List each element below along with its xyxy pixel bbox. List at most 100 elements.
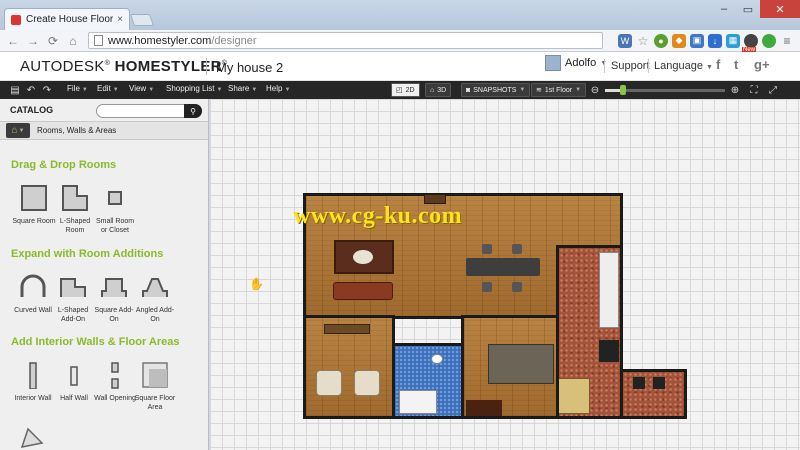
catalog-item-l-shaped-addon[interactable]: L-Shaped Add-On xyxy=(51,272,95,324)
dining-chair[interactable] xyxy=(482,244,492,254)
menu-edit[interactable]: Edit ▼ xyxy=(97,84,119,93)
stool[interactable] xyxy=(653,377,665,389)
browser-tab[interactable]: Create House Floor Plans × xyxy=(4,8,130,30)
rss-icon[interactable]: ◆ xyxy=(672,33,686,48)
item-label: Angled Add-On xyxy=(135,307,175,323)
screen-capture-icon[interactable]: ▣ xyxy=(690,33,704,48)
dresser[interactable] xyxy=(466,400,502,416)
fit-view-icon[interactable]: ⛶ xyxy=(747,83,761,97)
catalog-item-half-wall[interactable]: Half Wall xyxy=(52,360,96,403)
redo-icon[interactable]: ↷ xyxy=(40,83,54,97)
item-label: Square Floor Area xyxy=(134,395,176,411)
catalog-item-square-addon[interactable]: Square Add-On xyxy=(92,272,136,324)
catalog-item-curved-wall[interactable]: Curved Wall xyxy=(11,272,55,315)
bedroom[interactable] xyxy=(461,315,559,419)
bathtub[interactable] xyxy=(399,390,437,414)
toilet[interactable] xyxy=(431,354,443,364)
zoom-slider[interactable] xyxy=(605,85,725,95)
support-link[interactable]: Support xyxy=(611,60,650,72)
bathroom[interactable] xyxy=(392,343,464,419)
evernote-icon[interactable]: ● xyxy=(654,33,668,48)
dining-chair[interactable] xyxy=(512,244,522,254)
catalog-item-wall-opening[interactable]: Wall Opening xyxy=(93,360,137,403)
catalog-item-floor-area[interactable]: Square Floor Area xyxy=(133,360,177,412)
kitchen-counter[interactable] xyxy=(599,252,619,328)
search-icon[interactable]: ⚲ xyxy=(184,104,202,118)
view-2d-button[interactable]: ◰ 2D xyxy=(391,83,420,97)
share-icon[interactable]: ▦ xyxy=(726,33,740,48)
bedroom-left[interactable] xyxy=(303,315,395,419)
brand-separator xyxy=(206,58,207,75)
twitter-icon[interactable]: t xyxy=(734,57,738,72)
url-domain: www.homestyler.com xyxy=(108,34,212,47)
google-plus-icon[interactable]: g+ xyxy=(754,57,770,72)
menu-share[interactable]: Share ▼ xyxy=(228,84,257,93)
catalog-item-small-room[interactable]: Small Room or Closet xyxy=(93,183,137,235)
breakfast-table[interactable] xyxy=(558,378,590,414)
maximize-button[interactable]: ▭ xyxy=(736,0,760,18)
catalog-item-l-shaped-room[interactable]: L-Shaped Room xyxy=(53,183,97,235)
camera-icon: ◙ xyxy=(466,86,471,94)
floor-selector[interactable]: ≋ 1st Floor ▼ xyxy=(531,83,587,97)
undo-icon[interactable]: ↶ xyxy=(24,83,38,97)
view-3d-button[interactable]: ⌂ 3D xyxy=(425,83,452,97)
zoom-out-icon[interactable]: ⊖ xyxy=(588,83,602,97)
armchair[interactable] xyxy=(354,370,380,396)
catalog-item-square-room[interactable]: Square Room xyxy=(12,183,56,226)
new-tab-button[interactable] xyxy=(129,14,155,26)
facebook-icon[interactable]: f xyxy=(716,57,720,72)
catalog-item-more[interactable] xyxy=(18,425,44,450)
dining-chair[interactable] xyxy=(482,282,492,292)
back-button[interactable]: ← xyxy=(6,34,20,48)
stool[interactable] xyxy=(633,377,645,389)
kitchen-extension[interactable] xyxy=(620,369,687,419)
tab-close-icon[interactable]: × xyxy=(117,14,123,25)
catalog-home-button[interactable]: ⌂ ▼ xyxy=(6,123,30,138)
wordpress-icon[interactable]: W xyxy=(618,33,632,48)
interior-wall-icon xyxy=(18,360,48,390)
refrigerator[interactable] xyxy=(599,340,619,362)
catalog-search-input[interactable]: ⚲ xyxy=(96,104,202,118)
menu-shopping-list[interactable]: Shopping List ▼ xyxy=(166,84,222,93)
new-file-icon[interactable]: ▤ xyxy=(8,83,22,97)
user-menu[interactable]: Adolfo ▼ xyxy=(545,55,607,71)
tab-title: Create House Floor Plans xyxy=(26,14,114,25)
snapshots-button[interactable]: ◙ SNAPSHOTS ▼ xyxy=(461,83,531,97)
menu-help[interactable]: Help ▼ xyxy=(266,84,290,93)
sofa[interactable] xyxy=(333,282,393,300)
catalog-item-angled-addon[interactable]: Angled Add-On xyxy=(133,272,177,324)
catalog-item-interior-wall[interactable]: Interior Wall xyxy=(11,360,55,403)
extension-badge-icon[interactable]: New xyxy=(742,33,758,53)
menu-file[interactable]: File ▼ xyxy=(67,84,88,93)
download-icon[interactable]: ↓ xyxy=(708,33,722,48)
dining-table[interactable] xyxy=(466,258,540,276)
app-toolbar: ▤ ↶ ↷ File ▼ Edit ▼ View ▼ Shopping List ▼ S… xyxy=(0,81,800,99)
desk[interactable] xyxy=(324,324,370,334)
green-extension-icon[interactable] xyxy=(762,33,776,48)
project-name[interactable]: My house 2 xyxy=(216,60,283,75)
curved-wall-icon xyxy=(18,272,48,302)
address-bar[interactable]: www.homestyler.com /designer xyxy=(88,32,603,49)
armchair[interactable] xyxy=(316,370,342,396)
coffee-table[interactable] xyxy=(351,248,375,266)
fullscreen-icon[interactable]: ⤢ xyxy=(766,83,780,97)
close-window-button[interactable]: ✕ xyxy=(760,0,800,18)
house-icon: ⌂ xyxy=(430,86,435,94)
dining-chair[interactable] xyxy=(512,282,522,292)
minimize-button[interactable]: – xyxy=(712,0,736,18)
home-button[interactable]: ⌂ xyxy=(66,34,80,48)
zoom-slider-handle[interactable] xyxy=(620,85,626,95)
forward-button[interactable]: → xyxy=(26,34,40,48)
home-icon: ⌂ xyxy=(11,125,18,136)
menu-label: Shopping List xyxy=(166,84,215,93)
l-shaped-room-icon xyxy=(60,183,90,213)
breadcrumb-label: Rooms, Walls & Areas xyxy=(37,126,117,135)
reload-button[interactable]: ⟳ xyxy=(46,34,60,48)
bookmark-star-icon[interactable]: ☆ xyxy=(636,34,650,48)
menu-icon[interactable]: ≡ xyxy=(780,34,794,48)
autodesk-homestyler-logo[interactable]: AUTODESK® HOMESTYLER® xyxy=(20,58,227,75)
zoom-in-icon[interactable]: ⊕ xyxy=(728,83,742,97)
bed[interactable] xyxy=(488,344,554,384)
menu-view[interactable]: View ▼ xyxy=(129,84,154,93)
language-menu[interactable]: Language ▼ xyxy=(654,60,713,72)
